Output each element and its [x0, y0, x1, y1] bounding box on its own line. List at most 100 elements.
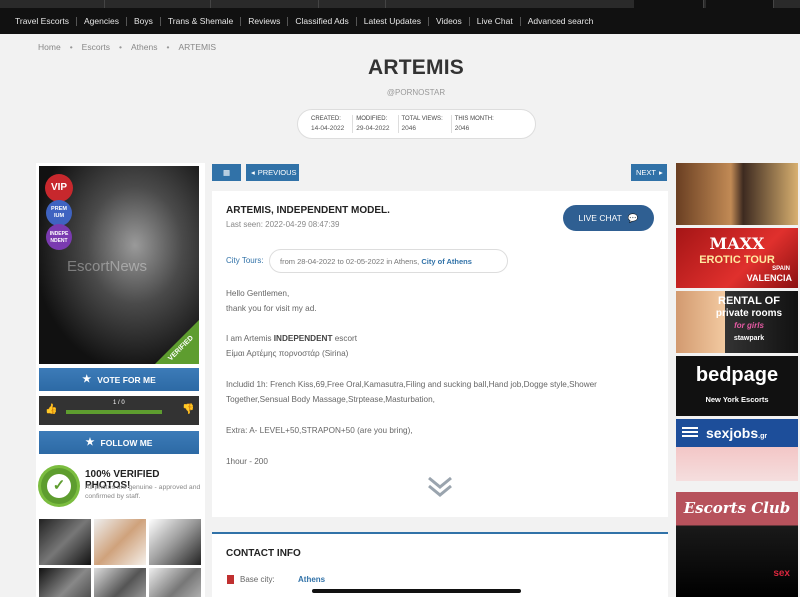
top-strip-block — [706, 0, 774, 8]
ad-banner-maxx[interactable]: MAXX EROTIC TOUR SPAIN VALENCIA — [676, 228, 798, 288]
verified-seal-icon: ✓ — [41, 468, 77, 504]
nav-classified-ads[interactable]: Classified Ads — [288, 16, 357, 26]
ad-sexjobs-name: sexjobs — [706, 425, 759, 441]
base-city-value[interactable]: Athens — [298, 575, 325, 584]
contact-info-title: CONTACT INFO — [226, 548, 301, 559]
description-line: Είμαι Αρτέμης πορνοστάρ (Sirina) — [226, 349, 349, 358]
breadcrumb-escorts[interactable]: Escorts — [82, 42, 110, 52]
vip-badge: VIP — [45, 174, 73, 202]
ad-bedpage-subtitle: New York Escorts — [705, 395, 769, 404]
profile-photo[interactable]: EscortNews VIP PREM IUM INDEPE NDENT VER… — [39, 166, 199, 364]
follow-button-label: FOLLOW ME — [100, 437, 153, 448]
description-line: 1hour - 200 — [226, 457, 268, 466]
previous-button[interactable]: ◂ PREVIOUS — [246, 164, 299, 181]
star-icon: ★ — [85, 437, 95, 448]
premium-badge: PREM IUM — [46, 200, 72, 226]
nav-boys[interactable]: Boys — [127, 16, 161, 26]
stat-label: THIS MONTH: — [454, 116, 494, 122]
description-text: escort — [334, 334, 358, 343]
nav-reviews[interactable]: Reviews — [241, 16, 289, 26]
city-tours-text: from 28-04-2022 to 02-05-2022 in Athens, — [280, 256, 420, 266]
nav-live-chat[interactable]: Live Chat — [470, 16, 521, 26]
stat-label: MODIFIED: — [356, 116, 388, 122]
description-line: I am Artemis INDEPENDENT escort — [226, 334, 357, 343]
breadcrumb-current: ARTEMIS — [178, 42, 217, 52]
vote-button-label: VOTE FOR ME — [97, 374, 156, 385]
contact-info-card: CONTACT INFO Base city: Athens — [212, 532, 668, 597]
nav-advanced-search[interactable]: Advanced search — [521, 16, 601, 26]
top-strip-divider — [104, 0, 105, 8]
profile-username: @PORNOSTAR — [386, 88, 446, 97]
city-tours-label: City Tours: — [226, 256, 264, 265]
live-chat-button[interactable]: LIVE CHAT 💬 — [563, 205, 654, 231]
ad-banner-rental[interactable]: RENTAL OF private rooms for girls stawpa… — [676, 291, 798, 353]
independent-badge: INDEPE NDENT — [46, 224, 72, 250]
nav-latest-updates[interactable]: Latest Updates — [357, 16, 429, 26]
gallery-grid-button[interactable]: ▦ — [212, 164, 241, 181]
thumbs-up-icon[interactable]: 👍 — [45, 404, 57, 415]
ad-banner-models[interactable] — [676, 163, 798, 225]
page-title: ARTEMIS — [368, 56, 464, 79]
breadcrumb-home[interactable]: Home — [38, 42, 61, 52]
photo-thumbnail[interactable] — [149, 568, 201, 597]
stat-label: TOTAL VIEWS: — [401, 116, 443, 122]
photo-watermark: EscortNews — [67, 258, 148, 275]
stat-value: 14-04-2022 — [311, 125, 345, 132]
previous-button-label: PREVIOUS — [257, 168, 297, 177]
stat-value: 2046 — [454, 125, 470, 132]
description-line: thank you for visit my ad. — [226, 304, 317, 313]
stat-this-month: THIS MONTH: 2046 — [452, 115, 502, 133]
top-strip-divider — [210, 0, 211, 8]
ad-banner-escorts-club[interactable]: Escorts Club sex — [676, 492, 798, 597]
breadcrumb: Home • Escorts • Athens • ARTEMIS — [38, 42, 216, 52]
stat-modified: MODIFIED: 29-04-2022 — [353, 115, 399, 133]
verified-photos-box: ✓ 100% VERIFIED PHOTOS! All photos are g… — [39, 463, 202, 511]
next-button-label: NEXT — [636, 168, 657, 177]
chevron-left-icon: ◂ — [251, 168, 255, 177]
ad-club-title: Escorts Club — [683, 499, 791, 517]
ad-sexjobs-suffix: .gr — [758, 433, 768, 440]
base-city-label: Base city: — [240, 575, 275, 584]
stat-value: 2046 — [401, 125, 416, 132]
top-strip — [0, 0, 800, 8]
building-icon — [227, 575, 234, 584]
photo-thumbnail[interactable] — [39, 568, 91, 597]
photo-thumbnail[interactable] — [94, 519, 146, 565]
ad-rental-title: RENTAL OF — [718, 295, 780, 307]
breadcrumb-athens[interactable]: Athens — [131, 42, 157, 52]
stat-created: CREATED: 14-04-2022 — [308, 115, 354, 133]
ad-sexjobs-title: sexjobs.gr — [690, 425, 798, 441]
nav-videos[interactable]: Videos — [429, 16, 470, 26]
thumbs-down-icon[interactable]: 👎 — [182, 404, 194, 415]
stat-total-views: TOTAL VIEWS: 2046 — [399, 115, 452, 133]
stat-label: CREATED: — [311, 116, 341, 122]
ad-maxx-title: MAXX — [709, 234, 765, 253]
next-button[interactable]: NEXT ▸ — [631, 164, 667, 181]
main-nav: Travel Escorts Agencies Boys Trans & She… — [0, 8, 800, 34]
nav-travel-escorts[interactable]: Travel Escorts — [8, 16, 78, 26]
vote-progress — [66, 410, 162, 414]
ad-club-tag: sex — [773, 568, 790, 579]
photo-thumbnail[interactable] — [149, 519, 201, 565]
photo-thumbnail[interactable] — [39, 519, 91, 565]
breadcrumb-separator: • — [69, 42, 73, 52]
ad-rental-tagline: for girls — [734, 321, 764, 330]
city-tours-link[interactable]: City of Athens — [421, 257, 472, 266]
ad-maxx-subtitle: EROTIC TOUR — [699, 254, 775, 266]
ad-banner-bedpage[interactable]: bedpage New York Escorts — [676, 356, 798, 416]
city-tours-pill: from 28-04-2022 to 02-05-2022 in Athens,… — [269, 249, 508, 273]
chevron-right-icon: ▸ — [659, 168, 663, 177]
ad-banner-sexjobs[interactable]: sexjobs.gr — [676, 419, 798, 481]
expand-chevron-icon[interactable] — [427, 475, 453, 499]
profile-card: ARTEMIS, INDEPENDENT MODEL. Last seen: 2… — [212, 191, 668, 517]
breadcrumb-separator: • — [119, 42, 122, 52]
follow-button[interactable]: ★ FOLLOW ME — [39, 431, 199, 454]
verified-description: All photos are genuine - approved and co… — [85, 484, 201, 500]
vote-button[interactable]: ★ VOTE FOR ME — [39, 368, 199, 391]
description-text: I am Artemis — [226, 334, 272, 343]
grid-icon: ▦ — [222, 168, 231, 177]
nav-trans[interactable]: Trans & Shemale — [161, 16, 242, 26]
description-line: Together,Sensual Body Massage,Strptease,… — [226, 395, 435, 404]
photo-thumbnail[interactable] — [94, 568, 146, 597]
nav-agencies[interactable]: Agencies — [77, 16, 127, 26]
